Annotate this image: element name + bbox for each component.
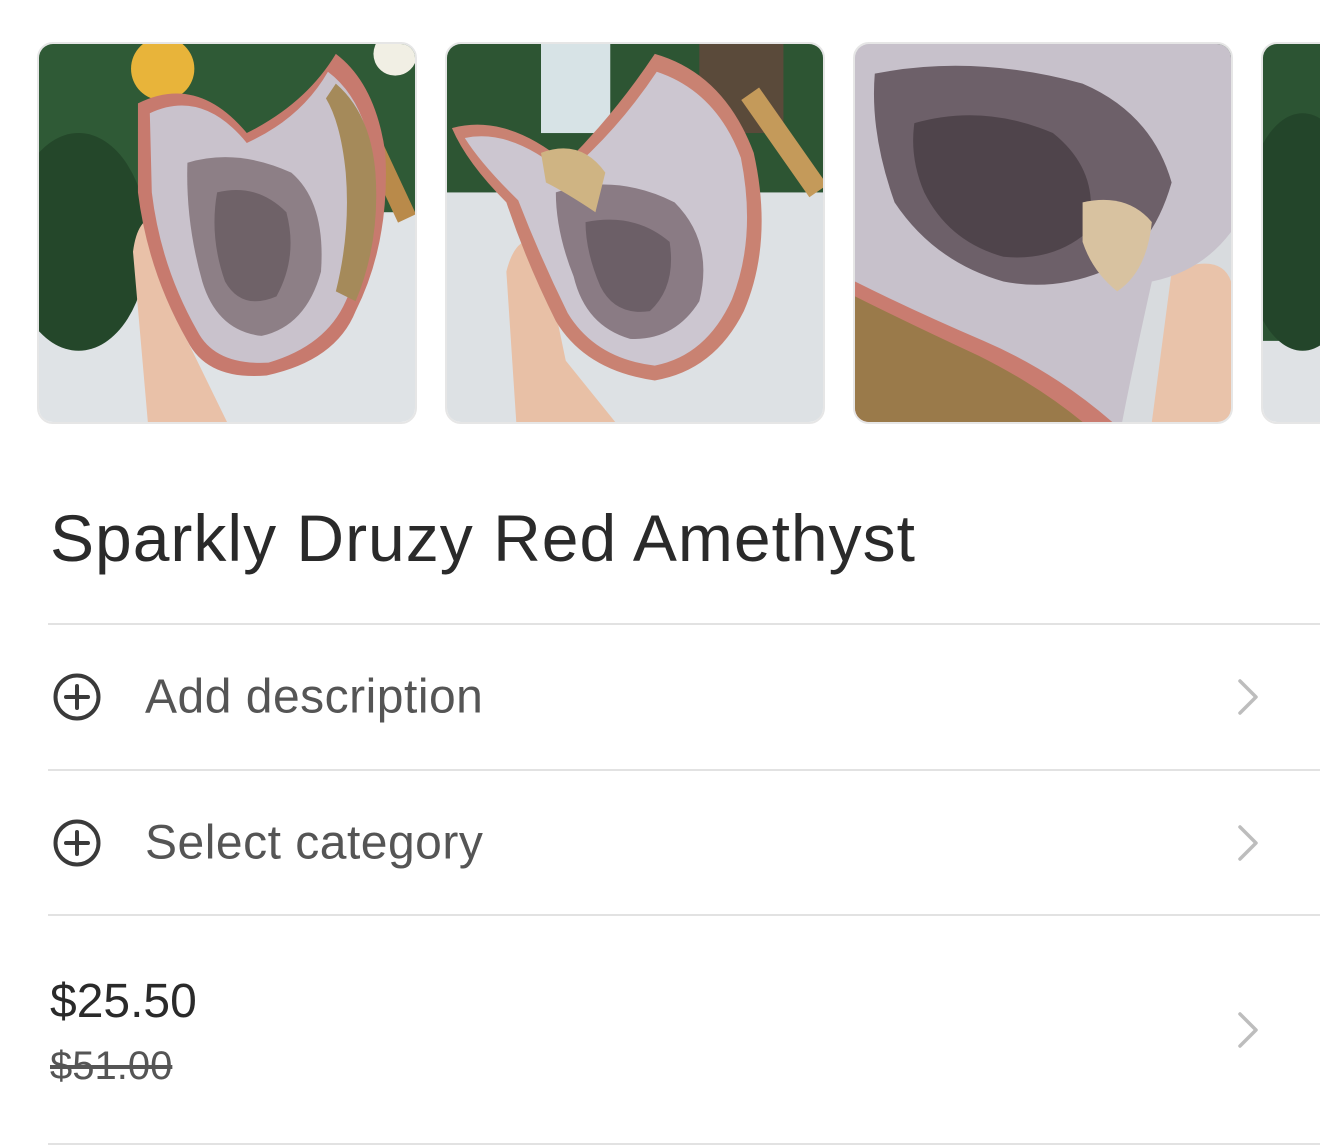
select-category-row[interactable]: Select category — [48, 771, 1320, 914]
chevron-right-icon — [1238, 1011, 1258, 1048]
chevron-right-icon — [1238, 824, 1258, 861]
geode-image — [39, 44, 415, 422]
original-price: $51.00 — [50, 1044, 173, 1088]
price-row[interactable]: $25.50 $51.00 — [48, 916, 1320, 1143]
plus-circle-icon — [53, 819, 101, 866]
product-photo[interactable] — [853, 42, 1233, 424]
select-category-label: Select category — [145, 816, 484, 869]
product-title[interactable]: Sparkly Druzy Red Amethyst — [50, 496, 916, 580]
product-photo[interactable] — [1261, 42, 1320, 424]
photo-carousel[interactable] — [0, 0, 1320, 440]
product-photo[interactable] — [37, 42, 417, 424]
geode-image — [447, 44, 823, 422]
geode-image — [1263, 44, 1320, 422]
plus-circle-icon — [53, 673, 101, 721]
geode-image — [855, 44, 1231, 422]
current-price: $25.50 — [50, 975, 197, 1028]
add-description-row[interactable]: Add description — [48, 625, 1320, 769]
add-description-label: Add description — [145, 670, 484, 724]
product-photo[interactable] — [445, 42, 825, 424]
divider — [48, 1143, 1320, 1145]
chevron-right-icon — [1238, 679, 1258, 715]
product-edit-page: Sparkly Druzy Red Amethyst Add descripti… — [0, 0, 1320, 1146]
